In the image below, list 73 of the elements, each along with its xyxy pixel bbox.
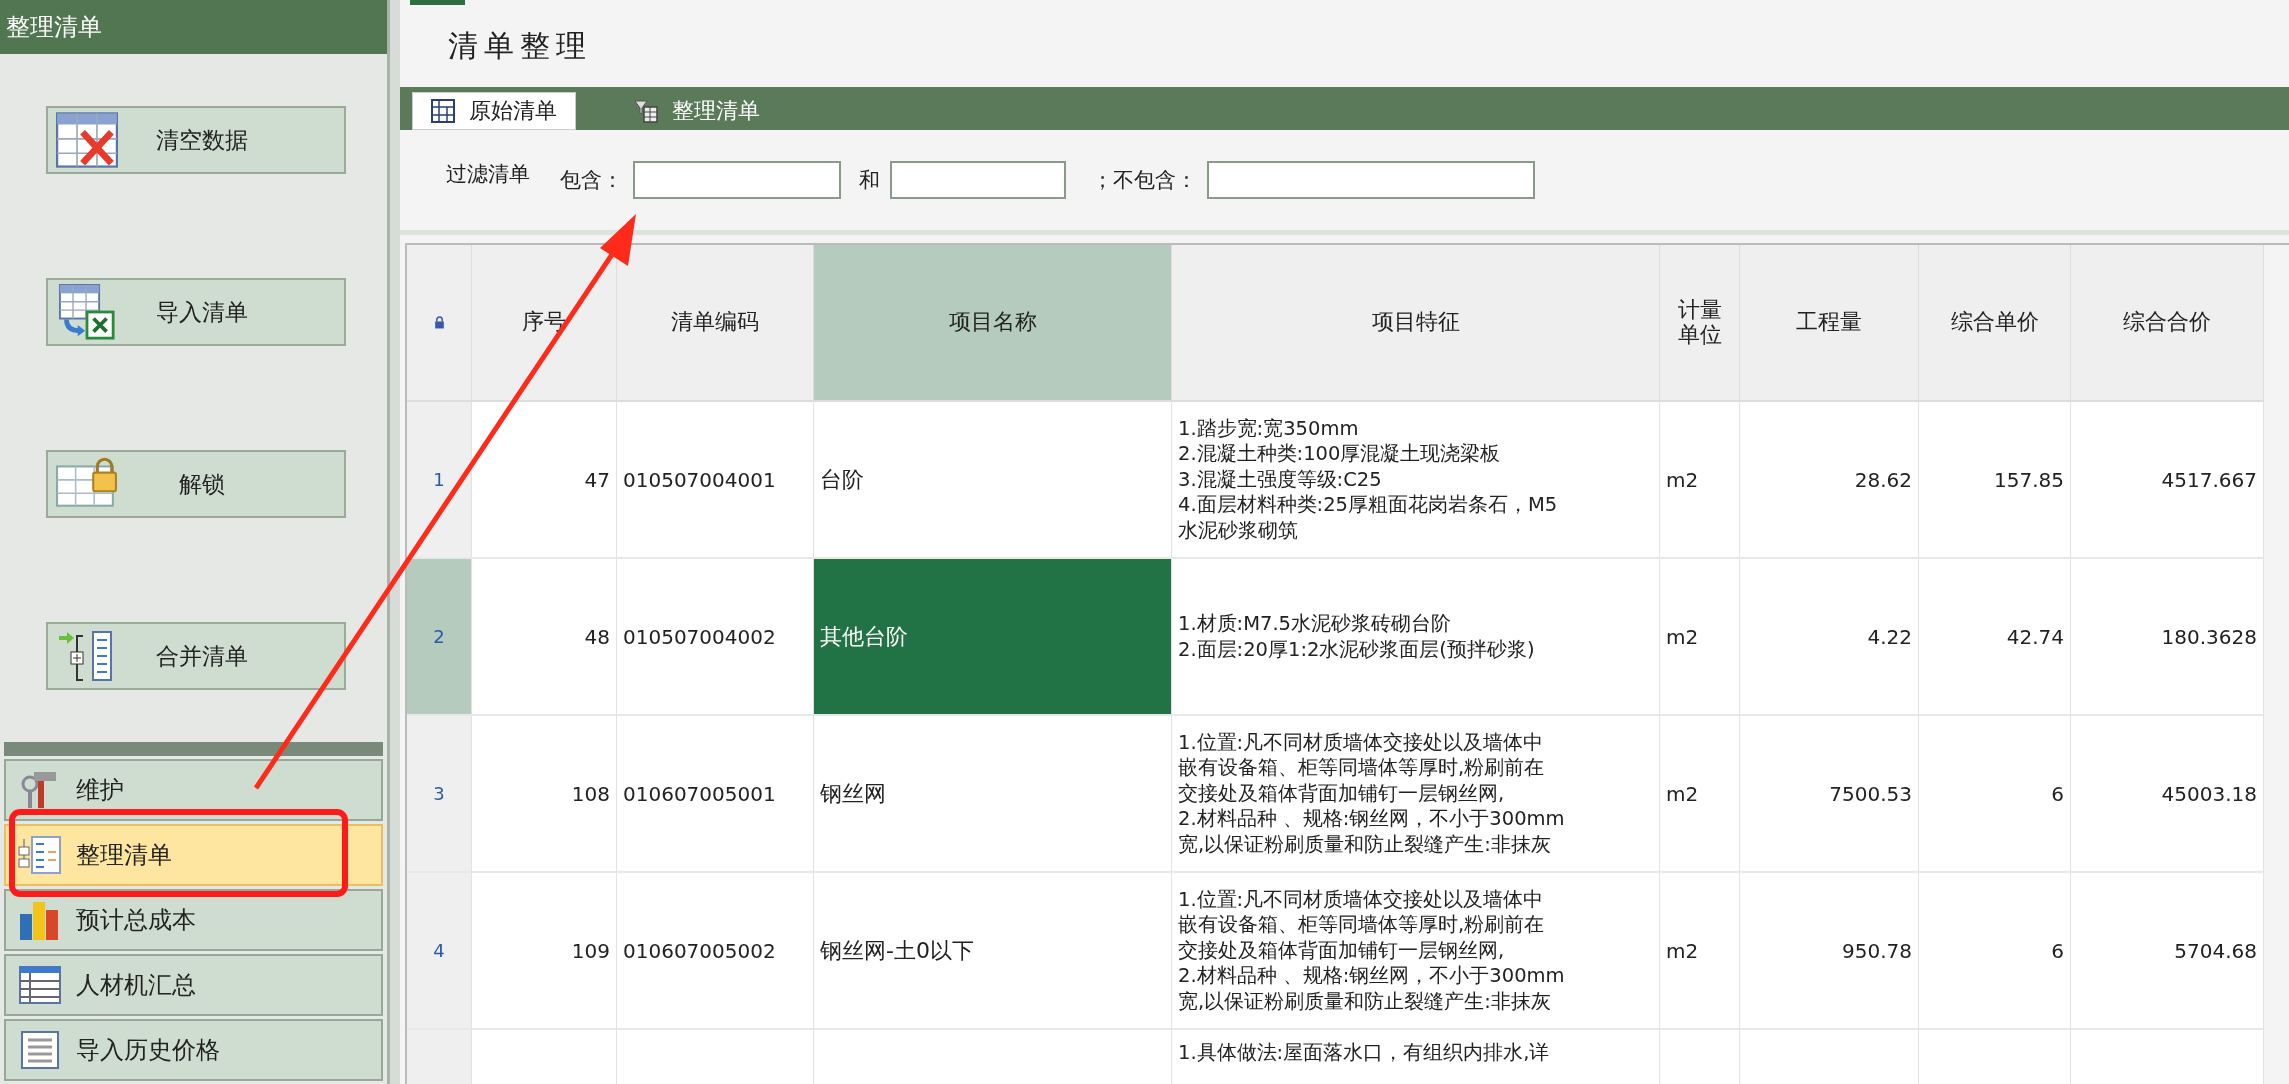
action-button[interactable]: 导入清单 (46, 278, 346, 347)
table-cell: m2 (1660, 716, 1740, 873)
grid-icon (431, 99, 455, 123)
table-cell: 180.3628 (2071, 559, 2264, 716)
table-cell: 010607005002 (617, 873, 814, 1030)
table-cell: m2 (1660, 873, 1740, 1030)
and-label: 和 (859, 167, 880, 194)
table-cell: 1.位置:凡不同材质墙体交接处以及墙体中 嵌有设备箱、柜等同墙体等厚时,粉刷前在 交接处及箱体背面加铺钉一层钢丝网, 2.材料品种 、规格:钢丝网，不小于300mm 宽,以保证粉刷质量和防止裂缝产生:非抹灰 (1172, 716, 1660, 873)
tab-indicator (410, 0, 465, 5)
table-cell: m2 (1660, 402, 1740, 559)
table-cell: 1.材质:M7.5水泥砂浆砖砌台阶 2.面层:20厚1:2水泥砂浆面层(预拌砂浆) (1172, 559, 1660, 716)
tab[interactable]: 原始清单 (412, 92, 576, 130)
table-cell: 钢丝网-土0以下 (814, 873, 1172, 1030)
nav-item[interactable]: 人材机汇总 (4, 954, 383, 1016)
column-header[interactable]: 工程量 (1740, 245, 1919, 402)
table-cell: 010507004001 (617, 402, 814, 559)
table-cell: 台阶 (814, 402, 1172, 559)
column-header[interactable]: 项目特征 (1172, 245, 1660, 402)
table-cell: 010507004002 (617, 559, 814, 716)
column-header[interactable]: 综合单价 (1919, 245, 2071, 402)
nav-item[interactable]: 整理清单 (4, 824, 383, 886)
exclude-field[interactable] (1207, 161, 1535, 199)
table-list-icon (18, 965, 62, 1005)
table-cell: 47 (472, 402, 617, 559)
action-button[interactable]: 解锁 (46, 450, 346, 519)
column-header[interactable]: 清单编码 (617, 245, 814, 402)
row-number[interactable]: 4 (407, 873, 472, 1030)
column-header[interactable]: 项目名称 (814, 245, 1172, 402)
action-button[interactable]: 清空数据 (46, 106, 346, 175)
table-tree-icon (18, 835, 62, 875)
table-cell: 48 (472, 559, 617, 716)
table-cell: 1.具体做法:屋面落水口，有组织内排水,详 (1172, 1030, 1660, 1084)
table-cell: 010607005001 (617, 716, 814, 873)
column-header[interactable]: 综合合价 (2071, 245, 2264, 402)
table-cell: 钢丝网 (814, 716, 1172, 873)
nav-item[interactable]: 导入历史价格 (4, 1019, 383, 1081)
filter-label: 过滤清单 (446, 161, 530, 188)
tab[interactable]: 整理清单 (616, 92, 778, 130)
row-number[interactable]: 3 (407, 716, 472, 873)
table-cell: 5704.68 (2071, 873, 2264, 1030)
include-field[interactable] (633, 161, 841, 199)
table-cell: 6 (1919, 873, 2071, 1030)
table-cell: 1.踏步宽:宽350mm 2.混凝土种类:100厚混凝土现浇梁板 3.混凝土强度等级:C25 4.面层材料种类:25厚粗面花岗岩条石，M5 水泥砂浆砌筑 (1172, 402, 1660, 559)
row-number[interactable]: 1 (407, 402, 472, 559)
table-cell: 4517.667 (2071, 402, 2264, 559)
table-cell: 108 (472, 716, 617, 873)
filter-table-icon (634, 99, 658, 123)
lock-icon (433, 316, 445, 329)
table-cell: 7500.53 (1740, 716, 1919, 873)
document-list-icon (18, 1030, 62, 1070)
column-header[interactable]: 计量单位 (1660, 245, 1740, 402)
exclude-label: ；不包含： (1092, 167, 1197, 194)
include-field[interactable] (890, 161, 1066, 199)
table-cell: 950.78 (1740, 873, 1919, 1030)
table-cell: 109 (472, 873, 617, 1030)
page-title: 清单整理 (447, 26, 592, 65)
table-cell: 4.22 (1740, 559, 1919, 716)
table-cell: 45003.18 (2071, 716, 2264, 873)
row-number[interactable]: 2 (407, 559, 472, 716)
table-cell: 6 (1919, 716, 2071, 873)
table-cell: 42.74 (1919, 559, 2071, 716)
table-cell: 其他台阶 (814, 559, 1172, 716)
nav-item[interactable]: 维护 (4, 759, 383, 821)
nav-item[interactable]: 预计总成本 (4, 889, 383, 951)
table-cell: 157.85 (1919, 402, 2071, 559)
table-delete-icon (56, 112, 118, 169)
table-import-icon (56, 284, 118, 341)
action-button[interactable]: 合并清单 (46, 622, 346, 691)
table-cell: 28.62 (1740, 402, 1919, 559)
table-cell: 1.位置:凡不同材质墙体交接处以及墙体中 嵌有设备箱、柜等同墙体等厚时,粉刷前在 交接处及箱体背面加铺钉一层钢丝网, 2.材料品种 、规格:钢丝网，不小于300mm 宽,以保证粉刷质量和防止裂缝产生:非抹灰 (1172, 873, 1660, 1030)
include-label: 包含： (560, 167, 623, 194)
panel-title: 整理清单 (0, 0, 387, 55)
table-cell: m2 (1660, 559, 1740, 716)
